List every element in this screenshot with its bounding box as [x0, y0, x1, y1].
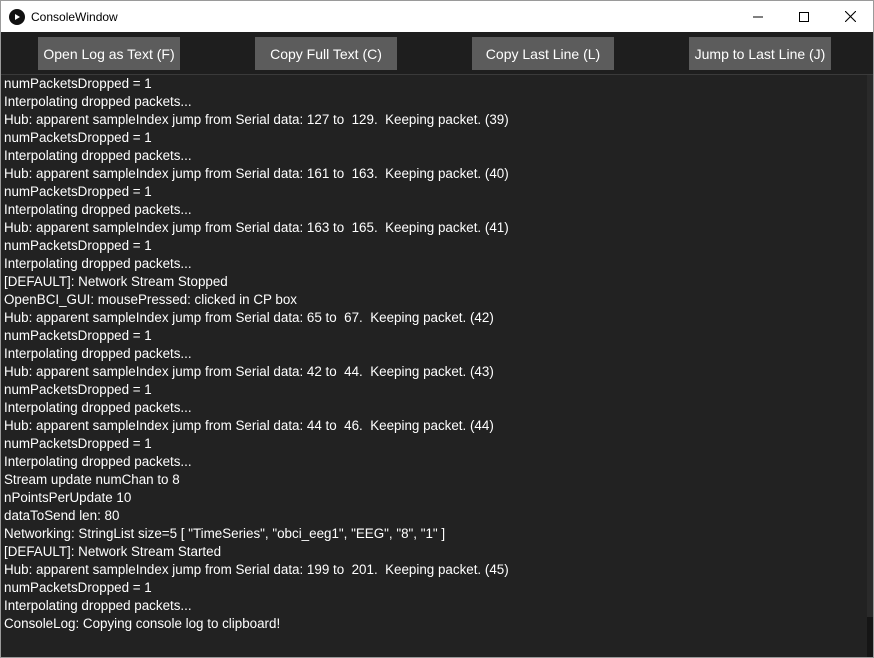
log-line: Interpolating dropped packets...: [4, 598, 192, 613]
copy-last-line-button[interactable]: Copy Last Line (L): [472, 37, 614, 70]
log-line: numPacketsDropped = 1: [4, 238, 152, 253]
maximize-icon: [799, 11, 809, 22]
console-log[interactable]: numPacketsDropped = 1 Interpolating dropp…: [1, 75, 867, 657]
log-line: [DEFAULT]: Network Stream Stopped: [4, 274, 228, 289]
scrollbar[interactable]: [867, 75, 873, 657]
log-line: Stream update numChan to 8: [4, 472, 180, 487]
log-line: numPacketsDropped = 1: [4, 382, 152, 397]
scrollbar-thumb[interactable]: [867, 617, 873, 657]
log-line: ConsoleLog: Copying console log to clipb…: [4, 616, 281, 631]
minimize-icon: [753, 16, 763, 17]
log-line: Interpolating dropped packets...: [4, 94, 192, 109]
close-icon: [844, 11, 856, 22]
log-line: Hub: apparent sampleIndex jump from Seri…: [4, 166, 509, 181]
log-line: Interpolating dropped packets...: [4, 346, 192, 361]
log-line: Hub: apparent sampleIndex jump from Seri…: [4, 562, 509, 577]
log-line: OpenBCI_GUI: mousePressed: clicked in CP…: [4, 292, 297, 307]
log-line: Interpolating dropped packets...: [4, 454, 192, 469]
log-line: Interpolating dropped packets...: [4, 400, 192, 415]
log-line: dataToSend len: 80: [4, 508, 120, 523]
jump-to-last-line-button[interactable]: Jump to Last Line (J): [689, 37, 831, 70]
log-line: Hub: apparent sampleIndex jump from Seri…: [4, 364, 494, 379]
log-line: Hub: apparent sampleIndex jump from Seri…: [4, 220, 509, 235]
open-log-button[interactable]: Open Log as Text (F): [38, 37, 180, 70]
log-line: numPacketsDropped = 1: [4, 76, 152, 91]
window-controls: [735, 1, 873, 32]
close-button[interactable]: [827, 1, 873, 32]
log-line: numPacketsDropped = 1: [4, 184, 152, 199]
console-window: ConsoleWindow Open Log as Text (F) Copy …: [0, 0, 874, 658]
log-line: [DEFAULT]: Network Stream Started: [4, 544, 222, 559]
copy-full-text-button[interactable]: Copy Full Text (C): [255, 37, 397, 70]
log-line: nPointsPerUpdate 10: [4, 490, 132, 505]
log-line: Interpolating dropped packets...: [4, 256, 192, 271]
log-line: Hub: apparent sampleIndex jump from Seri…: [4, 310, 494, 325]
log-line: Interpolating dropped packets...: [4, 202, 192, 217]
log-line: Hub: apparent sampleIndex jump from Seri…: [4, 112, 509, 127]
log-line: numPacketsDropped = 1: [4, 436, 152, 451]
maximize-button[interactable]: [781, 1, 827, 32]
window-title: ConsoleWindow: [31, 9, 118, 24]
title-bar[interactable]: ConsoleWindow: [1, 1, 873, 32]
minimize-button[interactable]: [735, 1, 781, 32]
log-line: numPacketsDropped = 1: [4, 130, 152, 145]
console-toolbar: Open Log as Text (F) Copy Full Text (C) …: [1, 32, 873, 75]
log-line: numPacketsDropped = 1: [4, 580, 152, 595]
log-line: Hub: apparent sampleIndex jump from Seri…: [4, 418, 494, 433]
log-line: Networking: StringList size=5 [ "TimeSer…: [4, 526, 446, 541]
log-line: Interpolating dropped packets...: [4, 148, 192, 163]
play-circle-icon: [9, 8, 25, 25]
log-line: numPacketsDropped = 1: [4, 328, 152, 343]
